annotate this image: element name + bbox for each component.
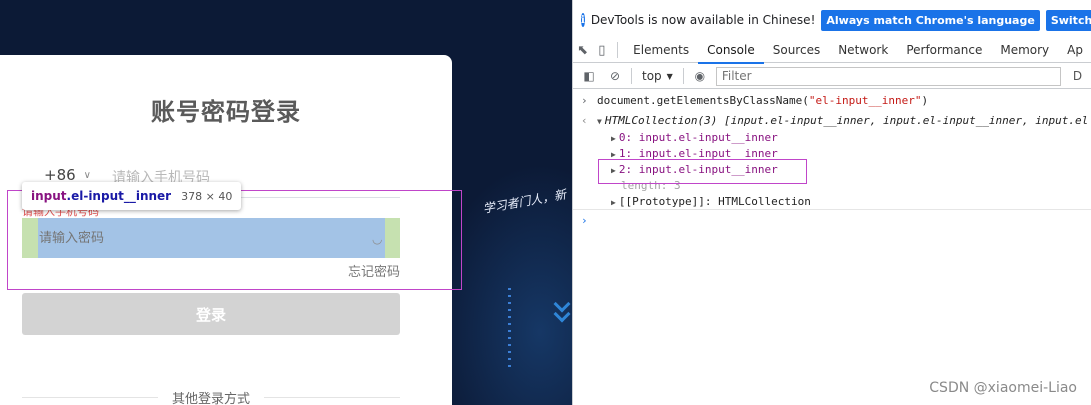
tab-memory[interactable]: Memory	[991, 38, 1058, 63]
info-icon: i	[581, 13, 585, 27]
prompt-chevron-icon: ›	[581, 213, 588, 227]
tab-application[interactable]: Ap	[1058, 38, 1091, 63]
other-login-methods: 其他登录方式	[22, 388, 401, 405]
console-prototype-line[interactable]: ▶ [[Prototype]]: HTMLCollection	[573, 193, 1091, 209]
devtools-panel: i DevTools is now available in Chinese! …	[572, 0, 1091, 405]
switch-devtools-button[interactable]: Switch DevTools	[1045, 9, 1091, 31]
tab-separator	[617, 42, 619, 58]
toolbar-separator	[631, 68, 632, 84]
return-arrow-icon: ‹	[581, 113, 588, 127]
console-annotation-box	[598, 159, 807, 184]
inspector-size: 378 × 40	[181, 189, 233, 203]
tab-elements[interactable]: Elements	[624, 38, 698, 63]
eye-icon[interactable]: ◉	[690, 66, 710, 86]
inspect-element-icon[interactable]: ⬉	[573, 38, 592, 63]
language-banner: i DevTools is now available in Chinese! …	[573, 6, 1091, 34]
background-dots	[508, 288, 511, 368]
screenshot-root: 学习者门人，新 账号密码登录 +86 ∨ 请输入手机号码 请输入手机号码 ◡ 忘…	[0, 0, 1091, 405]
prompt-chevron-icon: ›	[581, 93, 588, 107]
login-title: 账号密码登录	[151, 98, 301, 126]
divider-line	[264, 397, 401, 398]
console-row-separator	[573, 209, 1091, 210]
console-toolbar: ◧ ⊘ top▼ ◉ D	[573, 64, 1091, 89]
inspector-selector: input.el-input__inner	[31, 189, 172, 203]
tab-console[interactable]: Console	[698, 38, 764, 64]
console-input-line: › document.getElementsByClassName("el-in…	[581, 93, 929, 107]
other-login-label: 其他登录方式	[172, 392, 251, 405]
login-button[interactable]: 登录	[22, 293, 400, 335]
console-result-line[interactable]: ‹ ▼ HTMLCollection(3) [input.el-input__in…	[573, 112, 1091, 128]
devtools-tab-bar: ⬉ ▯ Elements Console Sources Network Per…	[573, 38, 1091, 64]
device-toolbar-icon[interactable]: ▯	[592, 38, 611, 63]
context-select[interactable]: top ▼	[638, 69, 677, 83]
console-tree-item[interactable]: ▶ 0: input.el-input__inner	[573, 129, 1091, 145]
toolbar-separator	[682, 68, 684, 84]
dropdown-arrow-icon: ▼	[666, 71, 673, 81]
tab-network[interactable]: Network	[829, 38, 897, 63]
tab-sources[interactable]: Sources	[764, 38, 829, 63]
divider-line	[22, 397, 158, 398]
console-prompt-line[interactable]: ›	[573, 212, 1091, 228]
watermark: CSDN @xiaomei-Liao	[929, 380, 1077, 396]
inspector-tooltip: input.el-input__inner 378 × 40	[22, 182, 242, 210]
always-match-language-button[interactable]: Always match Chrome's language	[821, 9, 1040, 31]
webpage-viewport: 学习者门人，新 账号密码登录 +86 ∨ 请输入手机号码 请输入手机号码 ◡ 忘…	[0, 0, 572, 405]
tab-performance[interactable]: Performance	[897, 38, 991, 63]
banner-message: DevTools is now available in Chinese!	[590, 13, 816, 27]
chevron-down-icon: ∨	[83, 169, 91, 181]
clear-console-icon[interactable]: ⊘	[605, 66, 625, 86]
filter-input[interactable]	[715, 66, 1061, 86]
sidebar-toggle-icon[interactable]: ◧	[579, 66, 599, 86]
default-levels-dropdown[interactable]: D	[1073, 69, 1082, 83]
